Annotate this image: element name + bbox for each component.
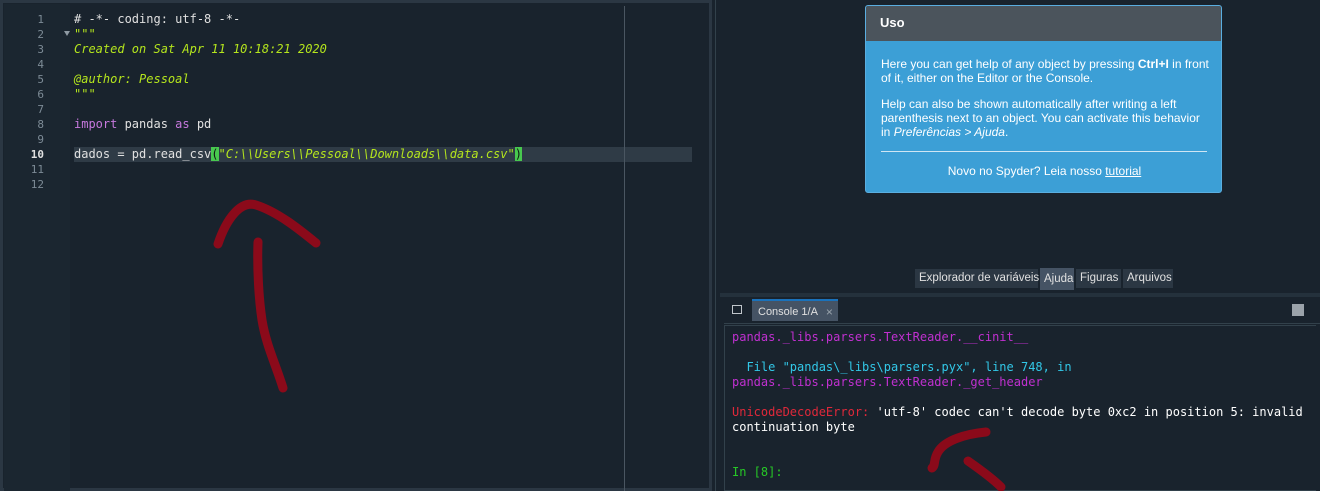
input-prompt: In [8]: [732, 465, 783, 479]
line-number: 5 [37, 73, 44, 86]
comment: # -*- coding: utf-8 -*- [74, 12, 241, 26]
help-paragraph: Help can also be shown automatically aft… [881, 97, 1211, 139]
tab-variable-explorer[interactable]: Explorador de variáveis [915, 269, 1039, 288]
help-footer: Novo no Spyder? Leia nosso tutorial [866, 164, 1221, 178]
help-usage-card: Uso Here you can get help of any object … [865, 5, 1222, 193]
line-number: 1 [37, 13, 44, 26]
code-editor[interactable]: 1 2 3 4 5 6 7 8 9 10 11 12 # -*- coding:… [0, 0, 716, 491]
right-panes: Uso Here you can get help of any object … [720, 0, 1320, 491]
matched-paren: ) [514, 147, 522, 161]
keyword: import [74, 117, 118, 131]
line-number: 7 [37, 103, 44, 116]
identifier: pd [189, 117, 212, 131]
help-paragraph: Here you can get help of any object by p… [881, 57, 1211, 85]
code-line: # -*- coding: utf-8 -*- [74, 12, 240, 27]
line-number: 12 [30, 178, 44, 191]
line-number: 9 [37, 133, 44, 146]
line-number: 3 [37, 43, 44, 56]
code-line: @author: Pessoal [74, 72, 190, 87]
code-line: """ [74, 27, 96, 42]
error-message: 'utf-8' codec can't decode byte 0xc2 in … [869, 405, 1303, 419]
code-line: Created on Sat Apr 11 10:18:21 2020 [74, 42, 327, 57]
divider [881, 151, 1207, 152]
tutorial-link[interactable]: tutorial [1105, 164, 1141, 178]
docstring: """ [74, 87, 96, 101]
help-text: . [1004, 125, 1009, 139]
close-icon[interactable]: × [826, 301, 833, 323]
code-line: """ [74, 87, 96, 102]
help-pane: Uso Here you can get help of any object … [720, 0, 1320, 268]
edge-line [624, 6, 625, 491]
line-number-gutter: 1 2 3 4 5 6 7 8 9 10 11 12 [4, 4, 70, 491]
matched-paren: ( [211, 147, 219, 161]
stop-icon[interactable] [1292, 304, 1304, 316]
line-number: 11 [30, 163, 44, 176]
console-line: pandas._libs.parsers.TextReader._get_hea… [732, 375, 1043, 389]
tab-figures[interactable]: Figuras [1076, 269, 1121, 288]
code-line: import pandas as pd [74, 117, 211, 132]
docstring: @author: Pessoal [74, 72, 190, 86]
code-line-current: dados = pd.read_csv("C:\\Users\\Pessoal\… [74, 147, 692, 162]
line-number: 6 [37, 88, 44, 101]
tab-help[interactable]: Ajuda [1040, 268, 1074, 290]
console-line: pandas._libs.parsers.TextReader.__cinit_… [732, 330, 1029, 344]
keyword: as [175, 117, 190, 131]
preferences-path: Preferências > Ajuda [893, 125, 1005, 139]
help-text: Here you can get help of any object by p… [881, 57, 1138, 71]
console-line: UnicodeDecodeError: 'utf-8' codec can't … [732, 405, 1303, 420]
console-tab[interactable]: Console 1/A × [752, 299, 838, 321]
shortcut-key: Ctrl+I [1137, 57, 1169, 71]
ipython-console: Console 1/A × pandas._libs.parsers.TextRe… [724, 297, 1320, 491]
statement: dados = pd.read_csv [74, 147, 212, 161]
docstring: """ [74, 27, 96, 41]
tab-files[interactable]: Arquivos [1123, 269, 1173, 288]
fold-arrow-icon[interactable] [64, 31, 70, 36]
identifier: pandas [117, 117, 176, 131]
console-line: File "pandas\_libs\parsers.pyx", line 74… [732, 360, 1072, 374]
console-line: continuation byte [732, 420, 855, 434]
error-type: UnicodeDecodeError: [732, 405, 870, 419]
line-number: 8 [37, 118, 44, 131]
help-text: Novo no Spyder? Leia nosso [947, 164, 1106, 178]
line-number: 2 [37, 28, 44, 41]
console-output[interactable]: pandas._libs.parsers.TextReader.__cinit_… [724, 325, 1316, 491]
console-tab-label: Console 1/A [758, 306, 818, 318]
docstring: Created on Sat Apr 11 10:18:21 2020 [74, 42, 327, 56]
string-literal: "C:\\Users\\Pessoal\\Downloads\\data.csv… [218, 147, 515, 161]
console-tab-bar: Console 1/A × [724, 297, 1320, 324]
help-title: Uso [866, 6, 1221, 41]
line-number: 4 [37, 58, 44, 71]
options-icon[interactable] [732, 305, 742, 314]
line-number-active: 10 [30, 148, 44, 161]
